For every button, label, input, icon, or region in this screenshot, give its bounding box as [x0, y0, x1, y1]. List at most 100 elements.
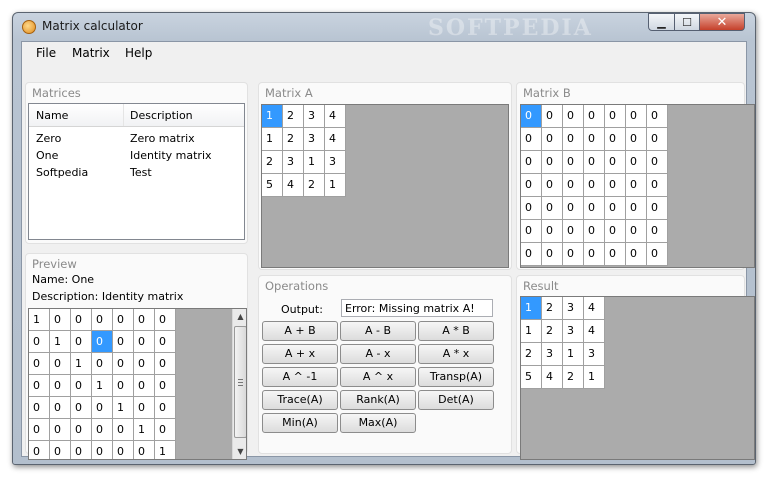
- a-plus-b-button[interactable]: A + B: [262, 321, 338, 341]
- preview-cell[interactable]: 0: [29, 375, 50, 397]
- matrix-b-cell[interactable]: 0: [605, 128, 626, 151]
- matrix-b-cell[interactable]: 0: [563, 174, 584, 197]
- matrix-b-cell[interactable]: 0: [521, 151, 542, 174]
- a-minus-b-button[interactable]: A - B: [340, 321, 416, 341]
- preview-cell[interactable]: 0: [92, 353, 113, 375]
- matrix-b-cell[interactable]: 0: [521, 105, 542, 128]
- matrix-b-cell[interactable]: 0: [521, 174, 542, 197]
- max-button[interactable]: Max(A): [340, 413, 416, 433]
- preview-grid[interactable]: ▲ ▼ 100000001000000010000000100000001000…: [28, 308, 247, 460]
- matrix-b-cell[interactable]: 0: [542, 220, 563, 243]
- matrix-b-cell[interactable]: 0: [563, 151, 584, 174]
- preview-cell[interactable]: 0: [155, 419, 176, 441]
- preview-cell[interactable]: 0: [134, 441, 155, 459]
- matrix-a-cell[interactable]: 3: [304, 128, 325, 151]
- preview-cell[interactable]: 0: [71, 309, 92, 331]
- result-cell[interactable]: 3: [563, 320, 584, 343]
- matrix-a-cell[interactable]: 2: [283, 128, 304, 151]
- result-grid[interactable]: 1234123423135421: [520, 296, 755, 460]
- preview-cell[interactable]: 0: [50, 309, 71, 331]
- column-header-description[interactable]: Description: [130, 109, 193, 122]
- list-item[interactable]: Softpedia Test: [29, 165, 244, 182]
- preview-cell[interactable]: 0: [113, 309, 134, 331]
- matrix-b-cell[interactable]: 0: [584, 151, 605, 174]
- matrix-a-cell[interactable]: 4: [283, 174, 304, 197]
- list-item[interactable]: Zero Zero matrix: [29, 131, 244, 148]
- output-field[interactable]: Error: Missing matrix A!: [341, 299, 493, 317]
- matrix-b-cell[interactable]: 0: [563, 197, 584, 220]
- preview-cell[interactable]: 0: [92, 397, 113, 419]
- preview-cell[interactable]: 0: [71, 375, 92, 397]
- matrix-b-cell[interactable]: 0: [647, 220, 668, 243]
- matrix-a-cell[interactable]: 2: [283, 105, 304, 128]
- title-bar[interactable]: Matrix calculator SOFTPEDIA ▁ ☐ ✕: [13, 13, 755, 41]
- preview-cell[interactable]: 0: [113, 419, 134, 441]
- result-cell[interactable]: 4: [584, 297, 605, 320]
- preview-cell[interactable]: 1: [50, 331, 71, 353]
- result-cell[interactable]: 1: [563, 343, 584, 366]
- preview-cell[interactable]: 0: [134, 331, 155, 353]
- preview-cell[interactable]: 0: [155, 375, 176, 397]
- preview-cell[interactable]: 0: [155, 397, 176, 419]
- matrix-b-cell[interactable]: 0: [626, 197, 647, 220]
- matrix-b-cell[interactable]: 0: [521, 220, 542, 243]
- a-plus-x-button[interactable]: A + x: [262, 344, 338, 364]
- matrix-b-cell[interactable]: 0: [563, 128, 584, 151]
- matrix-b-cell[interactable]: 0: [584, 220, 605, 243]
- preview-cell[interactable]: 0: [134, 309, 155, 331]
- matrix-b-cell[interactable]: 0: [584, 243, 605, 266]
- close-button[interactable]: ✕: [699, 13, 745, 31]
- matrix-a-cell[interactable]: 5: [262, 174, 283, 197]
- preview-cell[interactable]: 0: [71, 419, 92, 441]
- result-cell[interactable]: 1: [521, 320, 542, 343]
- matrix-a-grid[interactable]: 1234123423135421: [261, 104, 509, 268]
- matrix-a-cell[interactable]: 2: [304, 174, 325, 197]
- a-times-b-button[interactable]: A * B: [418, 321, 494, 341]
- menu-file[interactable]: File: [36, 46, 56, 60]
- matrix-b-cell[interactable]: 0: [626, 128, 647, 151]
- a-minus-x-button[interactable]: A - x: [340, 344, 416, 364]
- matrix-b-cell[interactable]: 0: [542, 128, 563, 151]
- result-cell[interactable]: 4: [584, 320, 605, 343]
- preview-cell[interactable]: 0: [29, 441, 50, 459]
- matrix-b-cell[interactable]: 0: [521, 243, 542, 266]
- matrix-a-cell[interactable]: 3: [325, 151, 346, 174]
- matrix-b-cell[interactable]: 0: [626, 151, 647, 174]
- preview-cell[interactable]: 0: [155, 353, 176, 375]
- result-cell[interactable]: 3: [542, 343, 563, 366]
- matrix-a-cell[interactable]: 4: [325, 128, 346, 151]
- preview-cell[interactable]: 0: [92, 419, 113, 441]
- matrix-b-cell[interactable]: 0: [563, 105, 584, 128]
- result-cell[interactable]: 1: [584, 366, 605, 389]
- matrix-b-cell[interactable]: 0: [563, 243, 584, 266]
- result-cell[interactable]: 3: [563, 297, 584, 320]
- result-cell[interactable]: 3: [584, 343, 605, 366]
- preview-cell[interactable]: 0: [113, 441, 134, 459]
- preview-cell[interactable]: 0: [113, 353, 134, 375]
- preview-cell[interactable]: 0: [71, 441, 92, 459]
- scroll-down-icon[interactable]: ▼: [233, 444, 246, 459]
- result-cell[interactable]: 5: [521, 366, 542, 389]
- matrix-b-cell[interactable]: 0: [584, 174, 605, 197]
- scroll-thumb[interactable]: [234, 326, 246, 438]
- preview-cell[interactable]: 1: [71, 353, 92, 375]
- matrix-b-cell[interactable]: 0: [542, 105, 563, 128]
- matrix-b-cell[interactable]: 0: [605, 220, 626, 243]
- rank-button[interactable]: Rank(A): [340, 390, 416, 410]
- matrix-b-cell[interactable]: 0: [584, 197, 605, 220]
- matrix-b-cell[interactable]: 0: [626, 220, 647, 243]
- matrix-b-cell[interactable]: 0: [584, 128, 605, 151]
- matrix-b-cell[interactable]: 0: [542, 243, 563, 266]
- result-cell[interactable]: 2: [521, 343, 542, 366]
- preview-cell[interactable]: 0: [50, 375, 71, 397]
- determinant-button[interactable]: Det(A): [418, 390, 494, 410]
- matrix-a-cell[interactable]: 1: [262, 128, 283, 151]
- preview-cell[interactable]: 0: [71, 331, 92, 353]
- min-button[interactable]: Min(A): [262, 413, 338, 433]
- preview-cell[interactable]: 0: [134, 353, 155, 375]
- matrix-b-cell[interactable]: 0: [542, 174, 563, 197]
- preview-cell[interactable]: 0: [29, 353, 50, 375]
- result-cell[interactable]: 2: [563, 366, 584, 389]
- preview-cell[interactable]: 0: [134, 375, 155, 397]
- matrix-a-cell[interactable]: 2: [262, 151, 283, 174]
